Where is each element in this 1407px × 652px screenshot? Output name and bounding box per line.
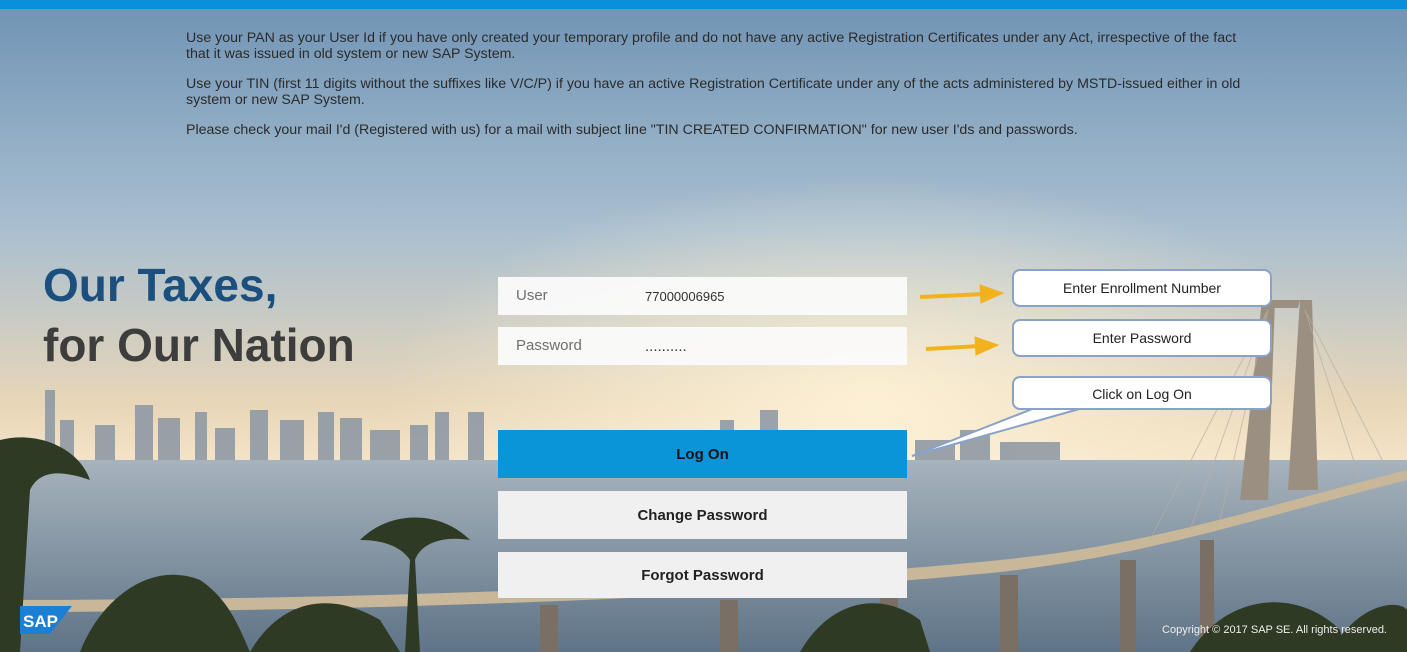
callout-password: Enter Password [1012, 319, 1272, 357]
login-notices: Use your PAN as your User Id if you have… [186, 30, 1246, 152]
callout-enrollment: Enter Enrollment Number [1012, 269, 1272, 307]
user-label: User [516, 287, 548, 304]
top-accent-bar [0, 0, 1407, 9]
password-field: Password [498, 327, 907, 365]
password-input[interactable] [645, 335, 885, 357]
callout-logon: Click on Log On [1012, 376, 1272, 410]
user-field: User [498, 277, 907, 315]
logon-button[interactable]: Log On [498, 430, 907, 478]
copyright-text: Copyright © 2017 SAP SE. All rights rese… [1162, 624, 1387, 636]
sap-logo-text: SAP [23, 612, 58, 631]
notice-pan: Use your PAN as your User Id if you have… [186, 30, 1237, 62]
tagline-line-1: Our Taxes, [43, 259, 278, 311]
change-password-button[interactable]: Change Password [498, 491, 907, 539]
notice-tin: Use your TIN (first 11 digits without th… [186, 76, 1241, 108]
tagline-line-2: for Our Nation [43, 319, 355, 371]
user-input[interactable] [645, 285, 885, 307]
forgot-password-button[interactable]: Forgot Password [498, 552, 907, 598]
sap-logo: SAP [20, 606, 72, 634]
notice-mail: Please check your mail I'd (Registered w… [186, 122, 1078, 138]
password-label: Password [516, 337, 582, 354]
